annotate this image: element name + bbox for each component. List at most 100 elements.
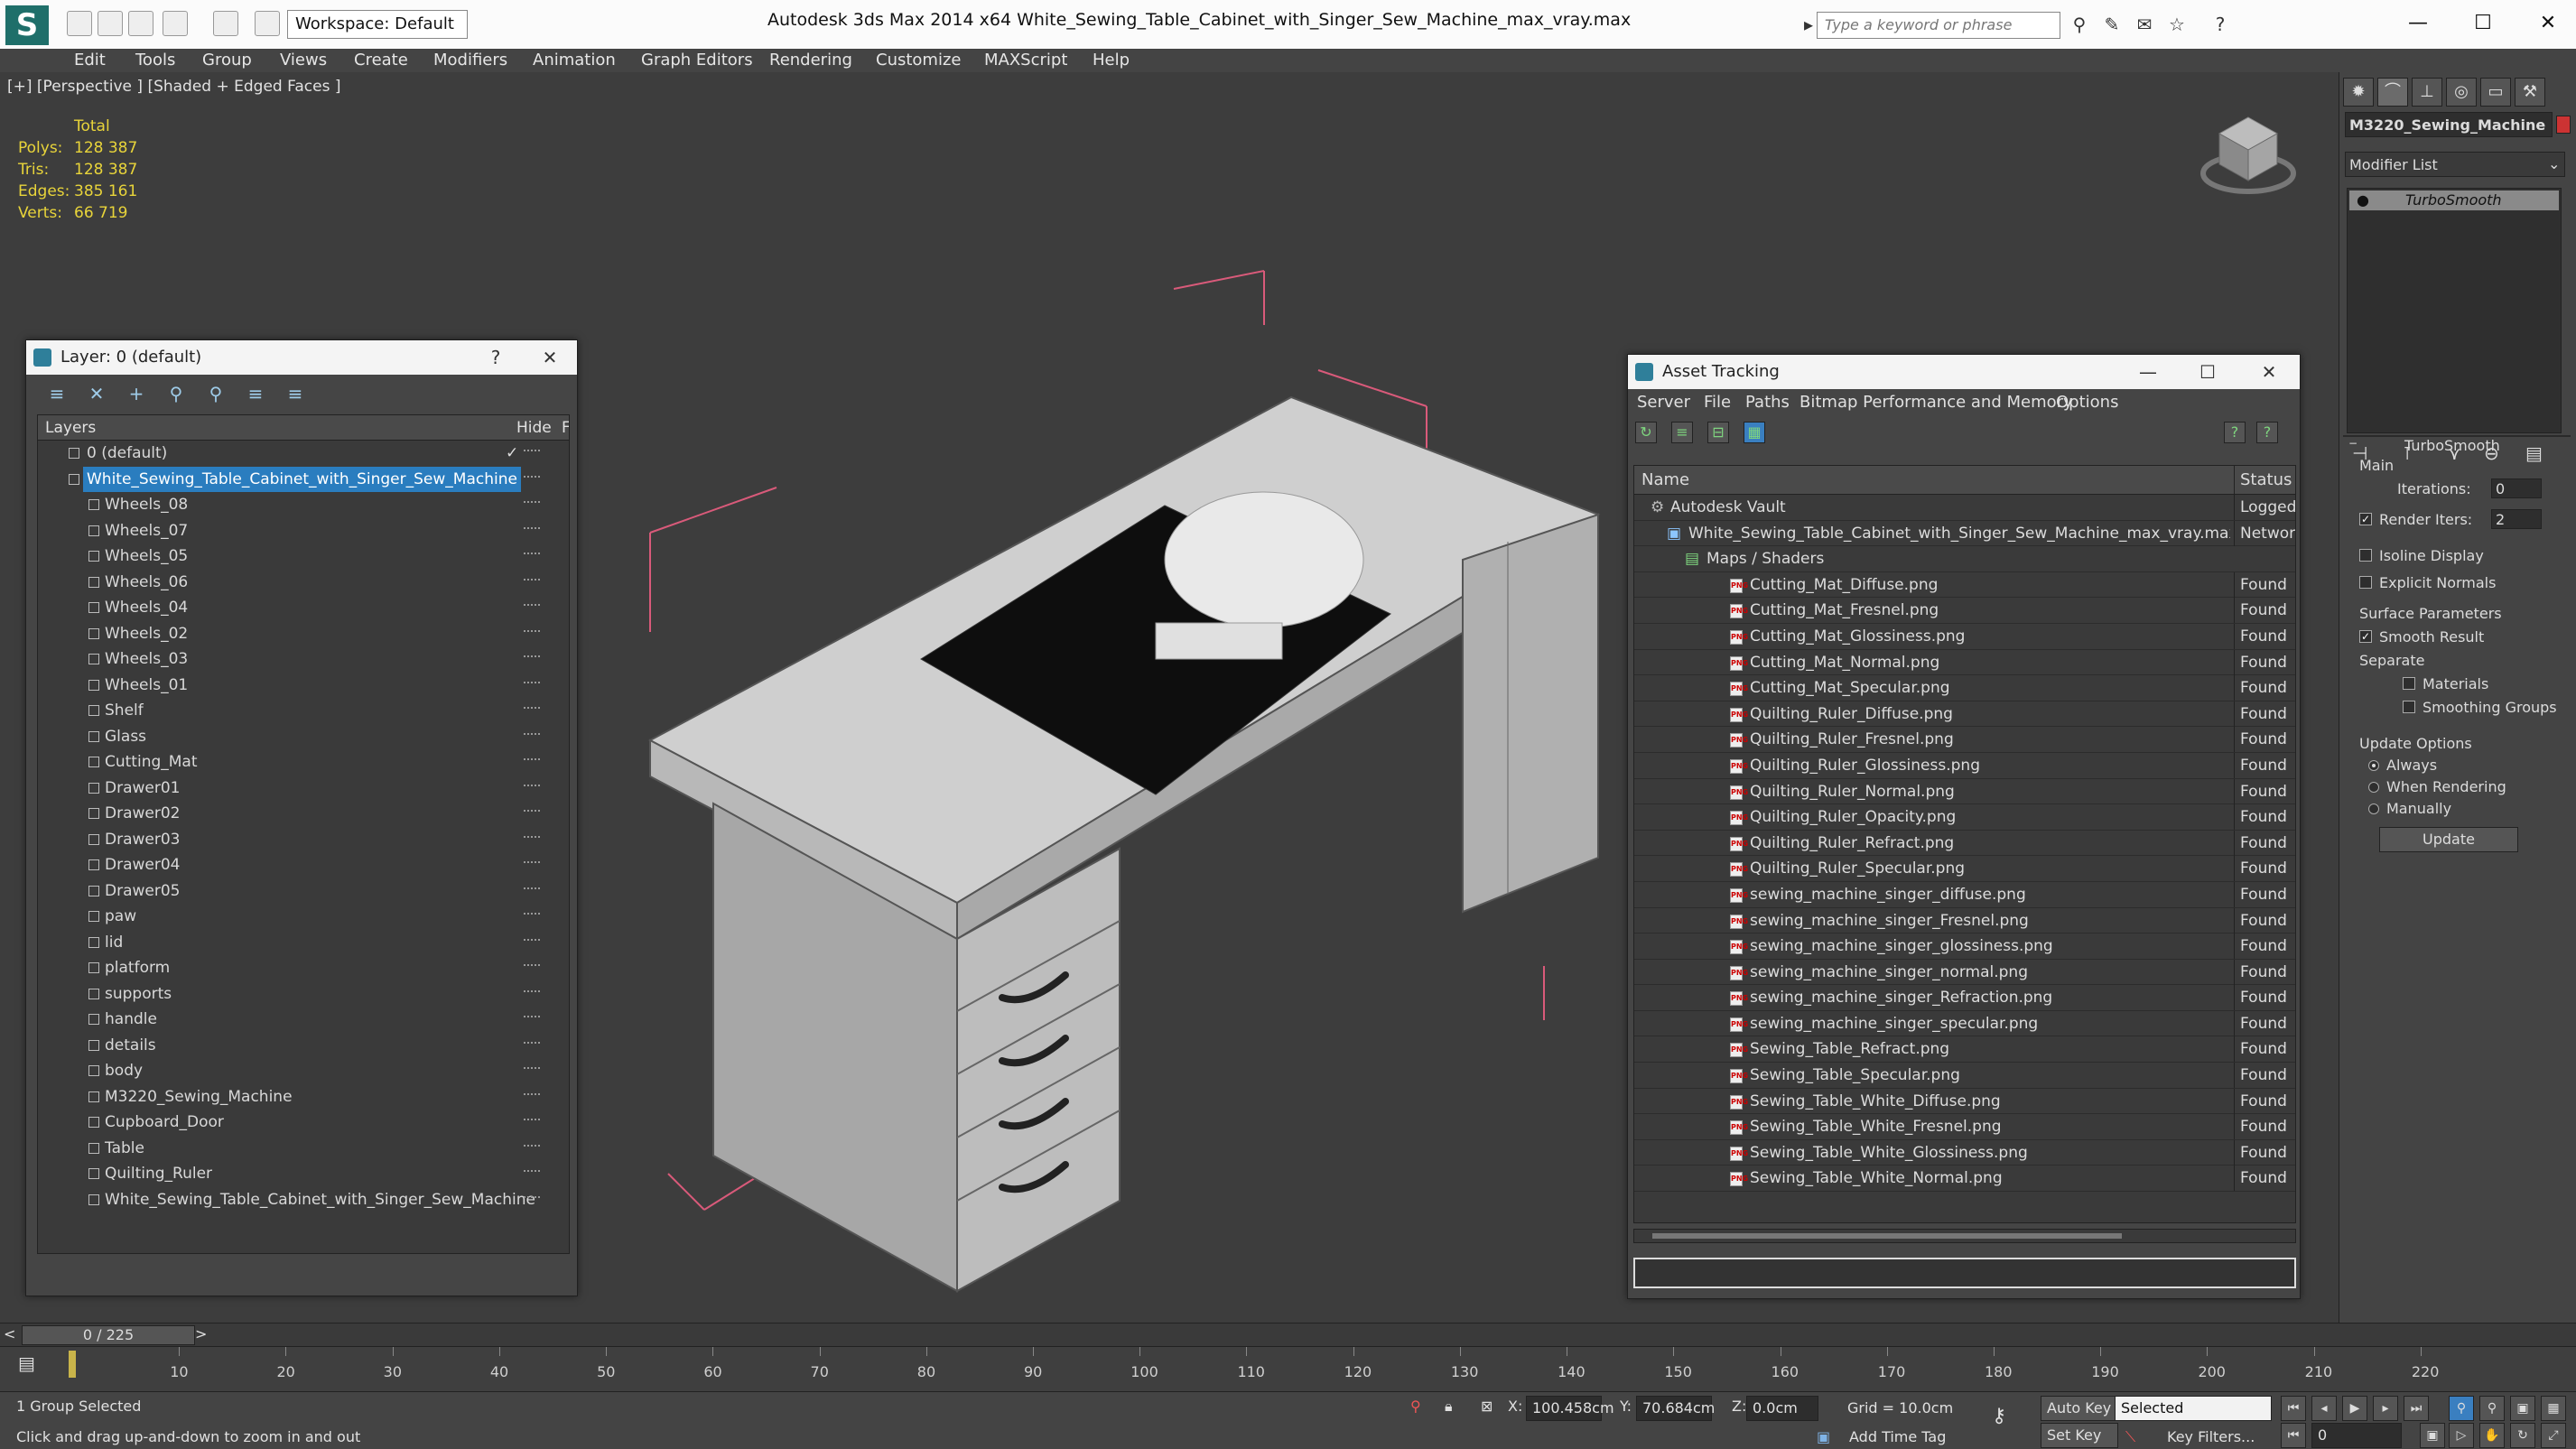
asset-row[interactable]: PNG sewing_machine_singer_Refraction.png F… <box>1634 985 2295 1011</box>
modifier-list-dropdown[interactable]: Modifier List ⌄ <box>2345 152 2565 177</box>
asset-row[interactable]: PNG Sewing_Table_White_Diffuse.png Found <box>1634 1088 2295 1115</box>
key-mode-icon[interactable]: ⟍ <box>2125 1428 2135 1446</box>
set-key-button[interactable]: Set Key <box>2041 1423 2118 1448</box>
layer-row[interactable]: Wheels_02 <box>38 621 569 647</box>
hide-toggle[interactable] <box>524 887 540 893</box>
open-file-icon[interactable] <box>98 11 123 36</box>
object-color-swatch[interactable] <box>2556 116 2571 134</box>
iterations-spinner[interactable]: 0 <box>2491 478 2542 498</box>
favorites-star-icon[interactable]: ☆ <box>2165 13 2189 36</box>
lock-selection-icon[interactable]: 🔒︎ <box>1445 1398 1453 1416</box>
asset-row[interactable]: PNG Quilting_Ruler_Opacity.png Found <box>1634 804 2295 831</box>
time-slider[interactable]: < 0 / 225 > <box>0 1323 2576 1346</box>
hide-toggle[interactable] <box>524 629 540 636</box>
menu-animation[interactable]: Animation <box>533 49 616 72</box>
hide-toggle[interactable] <box>524 1092 540 1099</box>
key-mode-toggle-icon[interactable]: ⏮ <box>2281 1423 2306 1448</box>
minimize-button[interactable]: — <box>2393 5 2443 42</box>
layer-row[interactable]: supports <box>38 981 569 1008</box>
menu-views[interactable]: Views <box>280 49 327 72</box>
isolate-icon[interactable]: ⚲ <box>1410 1398 1421 1415</box>
minimize-icon[interactable]: — <box>2130 355 2166 389</box>
menu-create[interactable]: Create <box>354 49 408 72</box>
asset-row[interactable]: PNG Cutting_Mat_Diffuse.png Found <box>1634 571 2295 599</box>
layer-row[interactable]: M3220_Sewing_Machine <box>38 1084 569 1110</box>
hide-toggle[interactable] <box>524 938 540 944</box>
hide-toggle[interactable] <box>524 861 540 867</box>
hide-toggle[interactable] <box>524 964 540 970</box>
go-to-end-icon[interactable]: ⏭ <box>2404 1396 2429 1421</box>
viewport-label[interactable]: [+] [Perspective ] [Shaded + Edged Faces… <box>7 78 340 96</box>
layer-row[interactable]: platform <box>38 955 569 981</box>
smooth-result-checkbox[interactable]: ✓ <box>2359 630 2372 643</box>
zoom-all-icon[interactable]: ⚲ <box>2479 1396 2505 1421</box>
zoom-icon[interactable]: ⚲ <box>2449 1396 2474 1421</box>
layer-row[interactable]: Wheels_07 <box>38 518 569 544</box>
create-tab-icon[interactable]: ✹ <box>2343 78 2374 107</box>
hide-all-icon[interactable]: ≡ <box>245 383 266 404</box>
layer-row[interactable]: White_Sewing_Table_Cabinet_with_Singer_S… <box>38 466 569 493</box>
hide-toggle[interactable] <box>524 450 540 455</box>
hide-toggle[interactable] <box>524 681 540 687</box>
configure-sets-icon[interactable]: ▤ <box>2525 442 2543 464</box>
asset-menu-bitmap-performance[interactable]: Bitmap Performance and Memory <box>1799 389 2073 416</box>
select-objects-icon[interactable]: ⚲ <box>165 383 187 404</box>
asset-window-titlebar[interactable]: Asset Tracking — ☐ ✕ <box>1628 355 2300 389</box>
save-icon[interactable] <box>128 11 153 36</box>
modifier-stack[interactable]: ● TurboSmooth <box>2347 188 2562 433</box>
asset-menu-server[interactable]: Server <box>1637 389 1690 416</box>
layer-row[interactable]: Wheels_03 <box>38 646 569 673</box>
hide-toggle[interactable] <box>524 1067 540 1073</box>
layer-row[interactable]: body <box>38 1058 569 1084</box>
layer-row[interactable]: paw <box>38 904 569 930</box>
col-layers[interactable]: Layers <box>45 415 96 441</box>
asset-row[interactable]: PNG Sewing_Table_Refract.png Found <box>1634 1036 2295 1064</box>
layer-row[interactable]: Cutting_Mat <box>38 749 569 776</box>
current-frame-marker[interactable] <box>69 1351 76 1378</box>
layer-row[interactable]: Glass <box>38 724 569 750</box>
orbit-icon[interactable]: ↻ <box>2510 1423 2535 1448</box>
manually-radio[interactable] <box>2368 803 2379 814</box>
maximize-icon[interactable]: ☐ <box>2190 355 2226 389</box>
menu-help[interactable]: Help <box>1093 49 1130 72</box>
hierarchy-tab-icon[interactable]: ⊥ <box>2412 78 2442 107</box>
always-radio[interactable] <box>2368 760 2379 771</box>
new-file-icon[interactable] <box>67 11 92 36</box>
track-bar[interactable]: ▤ 10 20 30 40 50 60 70 80 90 100 110 120 130 140 150 16… <box>0 1346 2576 1391</box>
asset-row[interactable]: PNG Quilting_Ruler_Diffuse.png Found <box>1634 701 2295 728</box>
add-time-tag[interactable]: Add Time Tag <box>1849 1428 1946 1445</box>
freeze-all-icon[interactable]: ≡ <box>284 383 306 404</box>
zoom-extents-all-icon[interactable]: ▦ <box>2541 1396 2566 1421</box>
app-logo[interactable]: S <box>5 5 49 45</box>
search-input[interactable]: Type a keyword or phrase <box>1817 12 2060 39</box>
asset-row[interactable]: PNG Sewing_Table_White_Glossiness.png Foun… <box>1634 1139 2295 1166</box>
auto-key-button[interactable]: Auto Key <box>2041 1396 2118 1421</box>
fov-icon[interactable]: ▷ <box>2449 1423 2474 1448</box>
asset-row[interactable]: PNG Sewing_Table_Specular.png Found <box>1634 1063 2295 1089</box>
hide-toggle[interactable] <box>524 604 540 609</box>
layer-row[interactable]: Drawer05 <box>38 878 569 905</box>
col-status[interactable]: Status <box>2234 466 2295 495</box>
asset-row[interactable]: PNG Quilting_Ruler_Refract.png Found <box>1634 830 2295 857</box>
asset-row[interactable]: PNG Sewing_Table_White_Normal.png Found <box>1634 1166 2295 1193</box>
asset-hscrollbar[interactable] <box>1633 1229 2296 1243</box>
materials-checkbox[interactable] <box>2403 677 2415 690</box>
menu-tools[interactable]: Tools <box>135 49 175 72</box>
menu-modifiers[interactable]: Modifiers <box>433 49 507 72</box>
layer-row[interactable]: handle <box>38 1007 569 1033</box>
render-iters-checkbox[interactable]: ✓ <box>2359 513 2372 525</box>
layer-row[interactable]: Drawer02 <box>38 801 569 827</box>
asset-table[interactable]: Name Status ⚙ Autodesk Vault Logged O ▣ … <box>1633 465 2296 1223</box>
asset-row[interactable]: PNG sewing_machine_singer_glossiness.png F… <box>1634 933 2295 960</box>
asset-row[interactable]: PNG Quilting_Ruler_Glossiness.png Found <box>1634 752 2295 779</box>
col-name[interactable]: Name <box>1641 466 1689 495</box>
hide-toggle[interactable] <box>524 810 540 815</box>
turbosmooth-rollout-title[interactable]: TurboSmooth <box>2404 437 2500 454</box>
list-view-icon[interactable]: ≡ <box>1671 422 1693 443</box>
asset-row[interactable]: PNG Cutting_Mat_Specular.png Found <box>1634 675 2295 701</box>
layer-row[interactable]: Quilting_Ruler <box>38 1161 569 1187</box>
x-coordinate-field[interactable]: 100.458cm <box>1526 1396 1614 1421</box>
asset-tracking-window[interactable]: Asset Tracking — ☐ ✕ Server File Paths B… <box>1627 354 2301 1299</box>
maximize-button[interactable]: ☐ <box>2458 5 2508 42</box>
rollout-collapse-icon[interactable]: − <box>2348 437 2357 450</box>
